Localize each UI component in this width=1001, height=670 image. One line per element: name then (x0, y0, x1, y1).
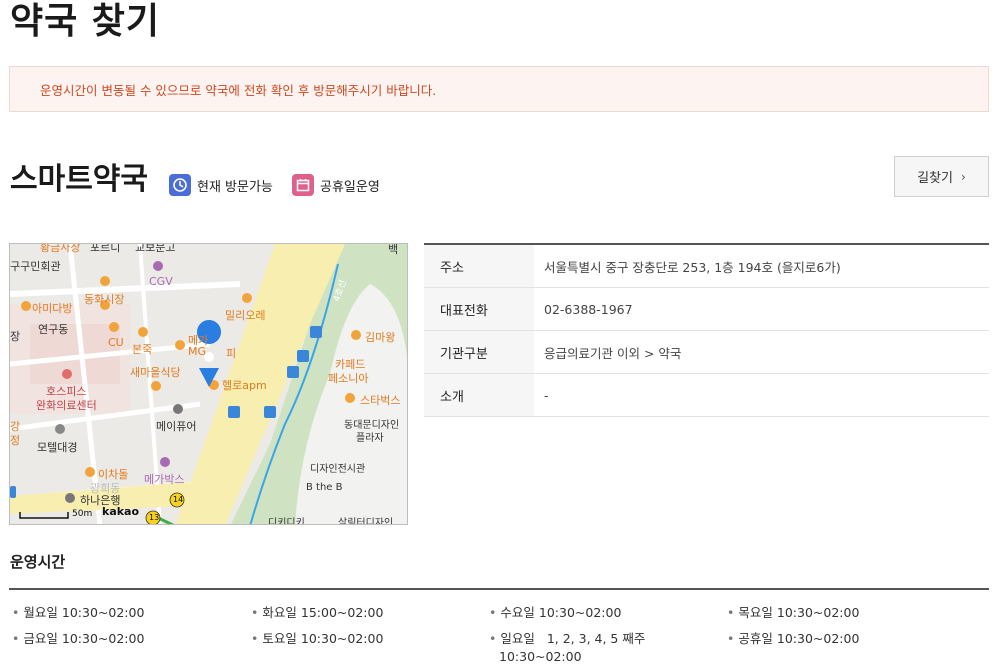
hour-item: • 화요일 15:00~02:00 (251, 605, 384, 620)
map-pin-icon (197, 320, 222, 344)
info-value: 서울특별시 중구 장충단로 253, 1층 194호 (을지로6가) (544, 259, 841, 275)
hour-item: • 토요일 10:30~02:00 (251, 631, 384, 646)
store-name: 스마트약국 (10, 162, 148, 197)
info-value: 02-6388-1967 (544, 301, 633, 317)
info-row-address: 주소 서울특별시 중구 장충단로 253, 1층 194호 (을지로6가) (424, 245, 989, 288)
hour-item: • 공휴일 10:30~02:00 (727, 631, 860, 646)
chevron-right-icon: › (961, 169, 966, 184)
info-value: 응급의료기관 이외 > 약국 (544, 345, 682, 361)
hours-divider (9, 588, 989, 590)
info-key: 주소 (424, 245, 534, 287)
hour-item: • 목요일 10:30~02:00 (727, 605, 860, 620)
info-row-phone: 대표전화 02-6388-1967 (424, 288, 989, 331)
route-button[interactable]: 길찾기 › (894, 156, 989, 197)
hour-item: • 일요일 1, 2, 3, 4, 5 째주 10:30~02:00 (489, 631, 646, 664)
badge-open-now-label: 현재 방문가능 (197, 179, 273, 195)
route-button-label: 길찾기 (917, 171, 954, 186)
badge-open-now: 현재 방문가능 (169, 174, 273, 196)
badge-holiday: 공휴일운영 (292, 174, 380, 196)
map-view[interactable]: 황금사장 포르디 교보문고 백 구구민회관 동화시장 CGV 밀리오레 아미다방… (9, 243, 408, 525)
calendar-icon (292, 174, 314, 196)
store-info-table: 주소 서울특별시 중구 장충단로 253, 1층 194호 (을지로6가) 대표… (424, 243, 989, 417)
info-row-category: 기관구분 응급의료기관 이외 > 약국 (424, 331, 989, 374)
info-key: 소개 (424, 374, 534, 416)
info-key: 대표전화 (424, 288, 534, 330)
hour-item: • 수요일 10:30~02:00 (489, 605, 622, 620)
notice-text: 운영시간이 변동될 수 있으므로 약국에 전화 확인 후 방문해주시기 바랍니다… (40, 83, 437, 98)
info-row-intro: 소개 - (424, 374, 989, 417)
info-key: 기관구분 (424, 331, 534, 373)
page-title: 약국 찾기 (10, 1, 161, 42)
hour-item: • 월요일 10:30~02:00 (12, 605, 145, 620)
badge-holiday-label: 공휴일운영 (320, 179, 380, 195)
hours-title: 운영시간 (10, 553, 66, 571)
notice-banner: 운영시간이 변동될 수 있으므로 약국에 전화 확인 후 방문해주시기 바랍니다… (9, 66, 989, 112)
hour-item: • 금요일 10:30~02:00 (12, 631, 145, 646)
info-value: - (544, 387, 549, 403)
clock-icon (169, 174, 191, 196)
map-canvas (10, 244, 407, 524)
